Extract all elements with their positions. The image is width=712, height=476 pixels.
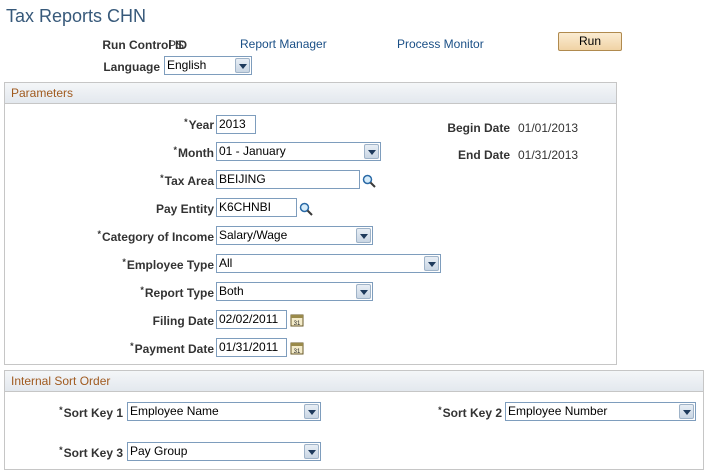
payment-date-label: *Payment Date	[130, 341, 214, 356]
run-button[interactable]: Run	[558, 32, 622, 51]
sort-key1-value: Employee Name	[130, 404, 219, 418]
sort-key1-select[interactable]: Employee Name	[127, 402, 321, 421]
end-date-value: 01/31/2013	[518, 148, 579, 162]
category-income-label: *Category of Income	[97, 229, 214, 244]
chevron-down-icon	[304, 444, 319, 459]
tax-area-input[interactable]: BEIJING	[216, 170, 360, 189]
filing-date-input[interactable]: 02/02/2011	[216, 310, 287, 329]
month-select[interactable]: 01 - January	[216, 142, 381, 161]
month-value: 01 - January	[219, 144, 286, 158]
employee-type-label: *Employee Type	[122, 257, 214, 272]
sort-key1-label: *Sort Key 1	[59, 405, 123, 420]
pay-entity-input[interactable]: K6CHNBI	[216, 198, 297, 217]
category-income-select[interactable]: Salary/Wage	[216, 226, 373, 245]
process-monitor-link[interactable]: Process Monitor	[397, 37, 484, 51]
chevron-down-icon	[424, 256, 439, 271]
parameters-header: Parameters	[5, 83, 616, 104]
language-select[interactable]: English	[164, 56, 252, 75]
chevron-down-icon	[679, 404, 694, 419]
category-income-value: Salary/Wage	[219, 228, 288, 242]
magnifier-icon[interactable]	[362, 174, 376, 188]
chevron-down-icon	[364, 144, 379, 159]
language-value: English	[167, 58, 207, 72]
language-label: Language	[103, 60, 160, 74]
sort-key3-value: Pay Group	[130, 444, 188, 458]
report-manager-link[interactable]: Report Manager	[240, 37, 327, 51]
chevron-down-icon	[356, 228, 371, 243]
tax-area-label: *Tax Area	[160, 173, 214, 188]
sort-key2-label: *Sort Key 2	[438, 405, 502, 420]
end-date-label: End Date	[457, 148, 510, 162]
svg-text:31: 31	[294, 321, 301, 327]
calendar-icon[interactable]: 31	[290, 341, 304, 355]
begin-date-label: Begin Date	[447, 121, 510, 135]
chevron-down-icon	[235, 58, 250, 73]
chevron-down-icon	[356, 284, 371, 299]
payment-date-input[interactable]: 01/31/2011	[216, 338, 287, 357]
year-label: *Year	[184, 117, 214, 132]
svg-text:31: 31	[294, 349, 301, 355]
sort-order-header: Internal Sort Order	[5, 371, 703, 392]
sort-key2-value: Employee Number	[508, 404, 608, 418]
report-type-value: Both	[219, 284, 244, 298]
pay-entity-label: Pay Entity	[155, 202, 214, 216]
sort-key2-select[interactable]: Employee Number	[505, 402, 696, 421]
run-control-value: PS	[168, 38, 185, 52]
filing-date-label: Filing Date	[152, 314, 214, 328]
begin-date-value: 01/01/2013	[518, 121, 579, 135]
chevron-down-icon	[304, 404, 319, 419]
report-type-label: *Report Type	[140, 285, 214, 300]
calendar-icon[interactable]: 31	[290, 313, 304, 327]
sort-key3-select[interactable]: Pay Group	[127, 442, 321, 461]
employee-type-select[interactable]: All	[216, 254, 441, 273]
report-type-select[interactable]: Both	[216, 282, 373, 301]
sort-key3-label: *Sort Key 3	[59, 445, 123, 460]
employee-type-value: All	[219, 256, 233, 270]
month-label: *Month	[173, 145, 215, 160]
year-input[interactable]: 2013	[216, 115, 256, 134]
page-title: Tax Reports CHN	[6, 6, 147, 26]
magnifier-icon[interactable]	[299, 202, 313, 216]
